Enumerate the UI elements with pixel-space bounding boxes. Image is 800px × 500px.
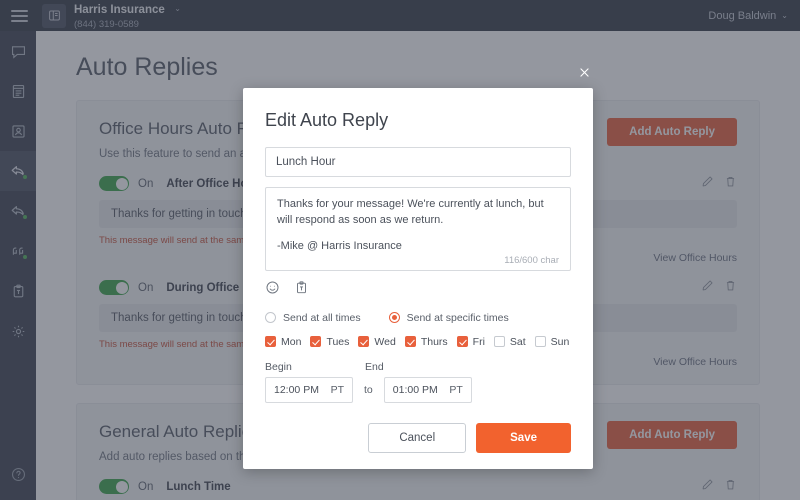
checkbox-mon[interactable] <box>265 336 276 348</box>
app-root: Harris Insurance ⌄ (844) 319-0589 Doug B… <box>0 0 800 500</box>
auto-reply-name-input[interactable] <box>265 147 571 177</box>
auto-reply-message-box[interactable]: Thanks for your message! We're currently… <box>265 187 571 271</box>
end-time-value: 01:00 PM <box>392 383 438 396</box>
template-icon[interactable] <box>294 280 309 300</box>
checkbox-tues[interactable] <box>310 336 322 348</box>
day-label: Thurs <box>420 335 448 348</box>
radio-send-all-times-label: Send at all times <box>283 311 361 324</box>
radio-send-specific-times[interactable] <box>388 312 400 324</box>
time-separator: to <box>364 383 373 396</box>
begin-time-value: 12:00 PM <box>274 383 319 396</box>
day-tues[interactable]: Tues <box>310 336 349 348</box>
day-wed[interactable]: Wed <box>358 335 396 348</box>
end-timezone: PT <box>449 383 463 396</box>
checkbox-thurs[interactable] <box>404 336 416 348</box>
day-thurs[interactable]: Thurs <box>404 335 448 348</box>
cancel-button[interactable]: Cancel <box>368 422 467 453</box>
composer-tools <box>265 280 571 300</box>
day-label: Fri <box>472 335 485 348</box>
end-label: End <box>365 360 384 373</box>
radio-send-all-times[interactable] <box>265 312 276 324</box>
time-labels: Begin End <box>265 361 571 373</box>
day-fri[interactable]: Fri <box>456 335 485 348</box>
day-sun[interactable]: Sun <box>534 335 570 348</box>
day-label: Sat <box>509 335 526 348</box>
time-range: Begin End 12:00 PM PT to 01:00 PM PT <box>265 361 571 403</box>
modal-actions: Cancel Save <box>265 422 571 453</box>
save-button[interactable]: Save <box>476 422 571 453</box>
day-label: Wed <box>374 335 396 348</box>
begin-timezone: PT <box>330 383 344 396</box>
end-time-input[interactable]: 01:00 PM PT <box>383 376 472 403</box>
schedule-radio-group: Send at all times Send at specific times <box>265 312 571 324</box>
emoji-icon[interactable] <box>265 280 280 300</box>
day-label: Mon <box>281 335 302 348</box>
message-body-text: Thanks for your message! We're currently… <box>277 198 544 226</box>
day-label: Sun <box>550 335 570 348</box>
day-label: Tues <box>326 335 350 348</box>
begin-label: Begin <box>265 360 292 373</box>
modal-title: Edit Auto Reply <box>265 110 389 130</box>
checkbox-sat[interactable] <box>493 336 505 348</box>
checkbox-sun[interactable] <box>534 336 546 348</box>
day-sat[interactable]: Sat <box>493 335 526 348</box>
checkbox-wed[interactable] <box>358 336 370 348</box>
character-counter: 116/600 char <box>504 254 559 266</box>
day-mon[interactable]: Mon <box>265 336 301 348</box>
message-signature-text: -Mike @ Harris Insurance <box>277 239 402 252</box>
time-inputs: 12:00 PM PT to 01:00 PM PT <box>265 376 571 403</box>
radio-send-specific-times-label: Send at specific times <box>406 311 509 324</box>
edit-auto-reply-modal: Edit Auto Reply Thanks for your message!… <box>243 88 593 469</box>
close-icon[interactable] <box>575 63 593 81</box>
begin-time-input[interactable]: 12:00 PM PT <box>265 376 353 403</box>
checkbox-fri[interactable] <box>456 336 468 348</box>
day-checkbox-group: Mon Tues Wed Thurs Fri Sat Sun <box>265 336 571 348</box>
